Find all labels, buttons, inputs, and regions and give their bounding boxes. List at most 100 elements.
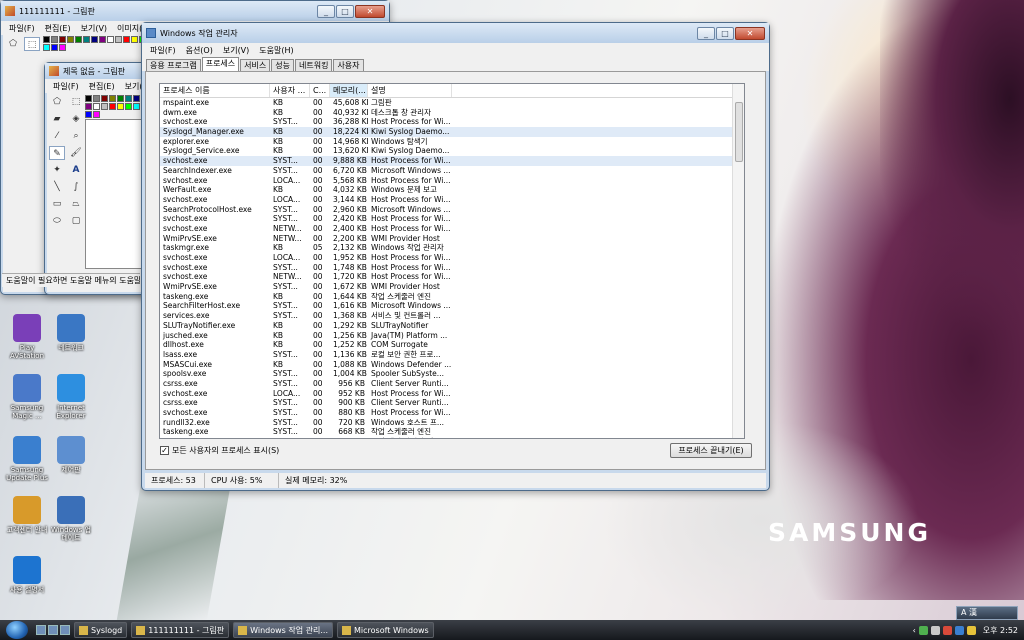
table-row[interactable]: mspaint.exe KB 00 45,608 KB 그림판 [160, 98, 744, 108]
table-row[interactable]: svchost.exe NETW... 00 1,720 KB Host Process… [160, 272, 744, 282]
magnifier-icon[interactable]: ⌕ [68, 129, 84, 143]
process-list[interactable]: 프로세스 이름 사용자 ... C... 메모리(... 설명 mspaint.exe K… [159, 83, 745, 439]
color-swatch[interactable] [93, 103, 100, 110]
table-row[interactable]: WmiPrvSE.exe NETW... 00 2,200 KB WMI Provide… [160, 234, 744, 244]
menu-item[interactable]: 편집(E) [40, 23, 76, 34]
line-icon[interactable]: ╲ [49, 180, 65, 194]
menu-item[interactable]: 보기(V) [218, 45, 254, 56]
menu-item[interactable]: 파일(F) [48, 81, 84, 92]
color-swatch[interactable] [101, 95, 108, 102]
color-swatch[interactable] [93, 95, 100, 102]
clock[interactable]: 오후 2:52 [983, 625, 1018, 636]
taskbar-button[interactable]: Syslogd [74, 622, 128, 638]
table-row[interactable]: svchost.exe LOCA... 00 5,568 KB Host Process… [160, 176, 744, 186]
table-row[interactable]: services.exe SYST... 00 1,368 KB 서비스 및 컨트롤러 … [160, 311, 744, 321]
menu-item[interactable]: 파일(F) [4, 23, 40, 34]
picker-icon[interactable]: ⁄ [49, 129, 65, 143]
table-row[interactable]: svchost.exe SYST... 00 1,748 KB Host Process… [160, 263, 744, 273]
table-row[interactable]: taskeng.exe SYST... 00 668 KB 작업 스케줄러 엔진 [160, 427, 744, 437]
security-icon[interactable] [942, 625, 952, 635]
column-header[interactable]: C... [310, 84, 330, 97]
color-swatch[interactable] [51, 44, 58, 51]
color-swatch[interactable] [101, 103, 108, 110]
color-swatch[interactable] [99, 36, 106, 43]
desktop-icon[interactable]: Play AVStation [4, 314, 50, 360]
desktop-icon[interactable]: 사용 설명서 [4, 556, 50, 594]
color-swatch[interactable] [43, 36, 50, 43]
color-swatch[interactable] [93, 111, 100, 118]
tab-item[interactable]: 성능 [271, 59, 294, 71]
taskbar-button[interactable]: Windows 작업 관리... [233, 622, 334, 638]
show-all-users-checkbox[interactable]: ✓ 모든 사용자의 프로세스 표시(S) [160, 445, 279, 456]
tab-item[interactable]: 프로세스 [201, 57, 240, 71]
color-swatch[interactable] [109, 103, 116, 110]
color-swatch[interactable] [109, 95, 116, 102]
airbrush-icon[interactable]: ✦ [49, 163, 65, 177]
table-row[interactable]: lsass.exe SYST... 00 1,136 KB 로컬 보안 권한 프로... [160, 350, 744, 360]
color-swatch[interactable] [125, 95, 132, 102]
desktop-icon[interactable]: Samsung Update Plus [4, 436, 50, 482]
language-bar[interactable]: A 漢 [956, 606, 1018, 620]
column-header[interactable]: 사용자 ... [270, 84, 310, 97]
color-swatch[interactable] [131, 36, 138, 43]
table-row[interactable]: svchost.exe NETW... 00 2,400 KB Host Process… [160, 224, 744, 234]
table-row[interactable]: svchost.exe SYST... 00 2,420 KB Host Process… [160, 214, 744, 224]
desktop-icon[interactable]: 네트워크 [48, 314, 94, 352]
task-manager-window[interactable]: Windows 작업 관리자 _ □ ✕ 파일(F) 옵션(O) 보기(V) 도움말(… [141, 22, 770, 491]
table-row[interactable]: taskmgr.exe KB 05 2,132 KB Windows 작업 관리자 [160, 243, 744, 253]
volume-icon[interactable] [930, 625, 940, 635]
table-row[interactable]: taskeng.exe KB 00 1,644 KB 작업 스케줄러 엔진 [160, 292, 744, 302]
tab-item[interactable]: 네트워킹 [294, 59, 333, 71]
desktop-icon[interactable]: Samsung Magic ... [4, 374, 50, 420]
menu-item[interactable]: 파일(F) [145, 45, 181, 56]
rectangle-icon[interactable]: ▭ [49, 197, 65, 211]
paint-window-front[interactable]: 제목 없음 - 그림판 파일(F)편집(E)보기(V) ⬠ ⬚ ▰ ◈ ⁄ ⌕ … [44, 62, 146, 295]
close-button[interactable]: ✕ [355, 4, 385, 18]
eraser-icon[interactable]: ▰ [49, 112, 65, 126]
curve-icon[interactable]: ∫ [68, 180, 84, 194]
ellipse-icon[interactable]: ⬭ [49, 214, 65, 228]
paint-canvas[interactable] [85, 119, 143, 269]
maximize-button[interactable]: □ [716, 26, 734, 40]
show-desktop-icon[interactable] [36, 625, 46, 635]
tab-item[interactable]: 응용 프로그램 [146, 59, 201, 71]
table-row[interactable]: rundll32.exe SYST... 00 720 KB Windows 호스트 프… [160, 418, 744, 428]
menu-item[interactable]: 도움말(H) [254, 45, 298, 56]
color-swatch[interactable] [83, 36, 90, 43]
column-header[interactable]: 메모리(... [330, 84, 368, 97]
color-swatch[interactable] [133, 103, 140, 110]
process-list-scrollbar[interactable] [732, 84, 744, 438]
desktop-icon[interactable]: Internet Explorer [48, 374, 94, 420]
table-row[interactable]: csrss.exe SYST... 00 900 KB Client Server Ru… [160, 398, 744, 408]
rounded-rect-icon[interactable]: ▢ [68, 214, 84, 228]
table-row[interactable]: svchost.exe LOCA... 00 3,144 KB Host Process… [160, 195, 744, 205]
start-button[interactable] [6, 621, 28, 639]
switch-windows-icon[interactable] [48, 625, 58, 635]
table-row[interactable]: spoolsv.exe SYST... 00 1,004 KB Spooler SubS… [160, 369, 744, 379]
table-row[interactable]: explorer.exe KB 00 14,968 KB Windows 탐색기 [160, 137, 744, 147]
network-icon[interactable] [918, 625, 928, 635]
menu-item[interactable]: 옵션(O) [181, 45, 218, 56]
table-row[interactable]: SLUTrayNotifier.exe KB 00 1,292 KB SLUTrayNo… [160, 321, 744, 331]
table-row[interactable]: csrss.exe SYST... 00 956 KB Client Server Ru… [160, 379, 744, 389]
table-row[interactable]: dwm.exe KB 00 40,932 KB 데스크톱 창 관리자 [160, 108, 744, 118]
rect-select-icon[interactable]: ⬚ [24, 37, 40, 51]
desktop-icon[interactable]: Windows 업데이트 [48, 496, 94, 542]
paint-back-titlebar[interactable]: 111111111 - 그림판 _ □ ✕ [1, 1, 389, 21]
power-icon[interactable] [966, 625, 976, 635]
color-swatch[interactable] [125, 103, 132, 110]
paint-front-titlebar[interactable]: 제목 없음 - 그림판 [45, 63, 145, 79]
ie-quicklaunch-icon[interactable] [60, 625, 70, 635]
color-swatch[interactable] [59, 44, 66, 51]
tray-chevron-icon[interactable]: ‹ [913, 626, 916, 635]
table-row[interactable]: SearchIndexer.exe SYST... 00 6,720 KB Micros… [160, 166, 744, 176]
color-swatch[interactable] [75, 36, 82, 43]
table-row[interactable]: svchost.exe LOCA... 00 1,952 KB Host Process… [160, 253, 744, 263]
table-row[interactable]: dllhost.exe KB 00 1,252 KB COM Surrogate [160, 340, 744, 350]
taskbar-button[interactable]: Microsoft Windows [337, 622, 434, 638]
color-swatch[interactable] [91, 36, 98, 43]
color-swatch[interactable] [107, 36, 114, 43]
minimize-button[interactable]: _ [697, 26, 715, 40]
table-row[interactable]: SearchFilterHost.exe SYST... 00 1,616 KB Mic… [160, 301, 744, 311]
minimize-button[interactable]: _ [317, 4, 335, 18]
